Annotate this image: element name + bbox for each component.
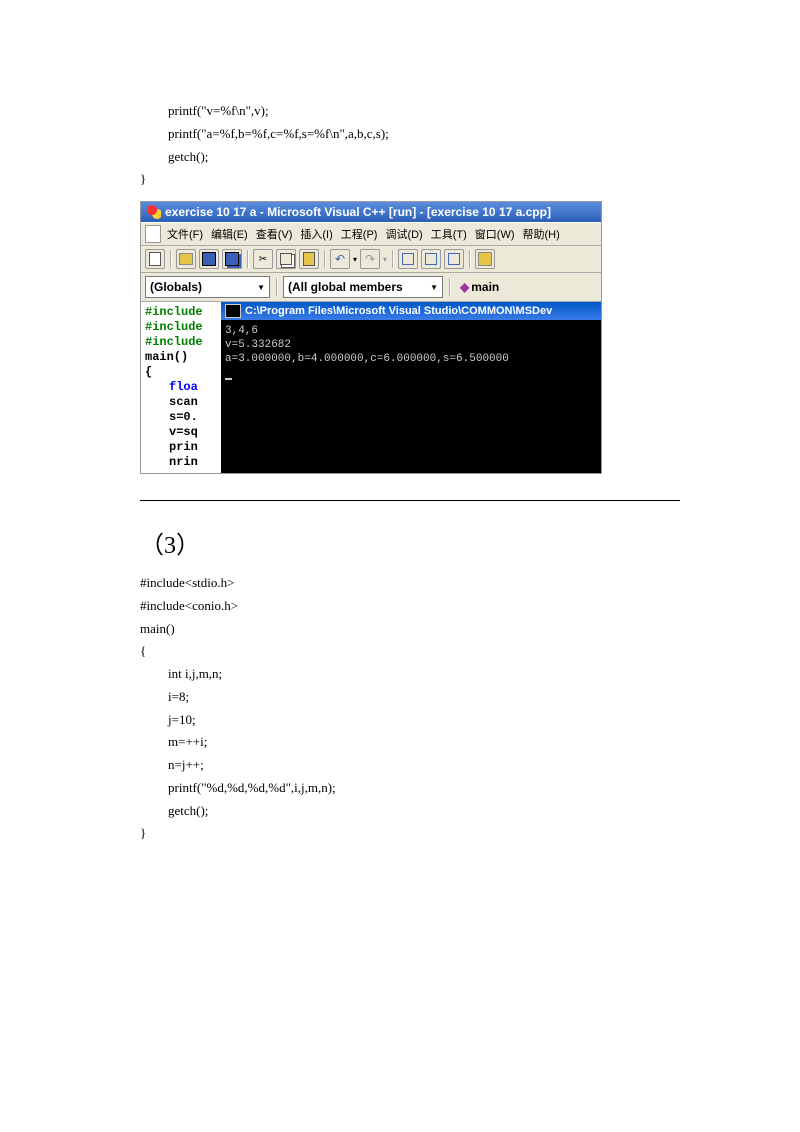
window-titlebar: exercise 10 17 a - Microsoft Visual C++ … [141, 202, 601, 222]
function-label: main [471, 280, 499, 294]
cmd-icon [225, 304, 241, 318]
code-line: scan [145, 395, 217, 410]
horizontal-rule [140, 500, 680, 501]
code-line: getch(); [140, 800, 680, 823]
code-line: n=j++; [140, 754, 680, 777]
open-button[interactable] [176, 249, 196, 269]
members-label: (All global members [288, 280, 403, 294]
code-line: getch(); [140, 146, 680, 169]
workspace-button[interactable] [398, 249, 418, 269]
code-line: } [140, 168, 680, 191]
menu-window[interactable]: 窗口(W) [473, 225, 517, 243]
menu-tools[interactable]: 工具(T) [429, 225, 469, 243]
paste-button[interactable] [299, 249, 319, 269]
menu-project[interactable]: 工程(P) [339, 225, 380, 243]
toolbar: ▾ ▾ [141, 246, 601, 273]
console-window: C:\Program Files\Microsoft Visual Studio… [221, 302, 601, 473]
code-line: printf("a=%f,b=%f,c=%f,s=%f\n",a,b,c,s); [140, 123, 680, 146]
window-list-button[interactable] [444, 249, 464, 269]
code-line: #include [145, 335, 217, 350]
code-block-bottom: #include<stdio.h> #include<conio.h> main… [140, 572, 680, 845]
menu-edit[interactable]: 编辑(E) [209, 225, 250, 243]
new-file-button[interactable] [145, 249, 165, 269]
separator [469, 250, 470, 268]
menu-insert[interactable]: 插入(I) [298, 225, 334, 243]
code-line: #include [145, 305, 217, 320]
menu-debug[interactable]: 调试(D) [383, 225, 424, 243]
code-line: prin [145, 440, 217, 455]
code-line: main() [145, 350, 217, 365]
redo-button[interactable] [360, 249, 380, 269]
code-line: i=8; [140, 686, 680, 709]
window-title: exercise 10 17 a - Microsoft Visual C++ … [165, 205, 551, 219]
ide-window: exercise 10 17 a - Microsoft Visual C++ … [140, 201, 602, 474]
console-title-text: C:\Program Files\Microsoft Visual Studio… [245, 305, 552, 317]
menu-bar: 文件(F) 编辑(E) 查看(V) 插入(I) 工程(P) 调试(D) 工具(T… [141, 222, 601, 246]
code-line: main() [140, 618, 680, 641]
output-button[interactable] [421, 249, 441, 269]
separator [170, 250, 171, 268]
console-titlebar: C:\Program Files\Microsoft Visual Studio… [221, 302, 601, 320]
code-line: v=sq [145, 425, 217, 440]
document-icon [145, 225, 161, 243]
code-line: floa [145, 380, 217, 395]
code-line: #include<stdio.h> [140, 572, 680, 595]
code-line: int i,j,m,n; [140, 663, 680, 686]
function-dropdown[interactable]: ◆main [456, 277, 564, 297]
copy-button[interactable] [276, 249, 296, 269]
separator [276, 278, 277, 296]
code-line: s=0. [145, 410, 217, 425]
scope-label: (Globals) [150, 280, 202, 294]
code-line: nrin [145, 455, 217, 470]
separator [247, 250, 248, 268]
dropdown-arrow-icon[interactable]: ▾ [353, 255, 357, 264]
code-block-top: printf("v=%f\n",v); printf("a=%f,b=%f,c=… [140, 100, 680, 191]
separator [392, 250, 393, 268]
chevron-down-icon: ▼ [257, 283, 265, 292]
dropdown-arrow-icon: ▾ [383, 255, 387, 264]
code-line: } [140, 822, 680, 845]
code-line: printf("%d,%d,%d,%d",i,j,m,n); [140, 777, 680, 800]
menu-help[interactable]: 帮助(H) [521, 225, 562, 243]
console-output: 3,4,6 v=5.332682 a=3.000000,b=4.000000,c… [221, 320, 601, 438]
chevron-down-icon: ▼ [430, 283, 438, 292]
section-number: （3） [140, 525, 680, 560]
menu-file[interactable]: 文件(F) [165, 225, 205, 243]
members-dropdown[interactable]: (All global members ▼ [283, 276, 443, 298]
separator [324, 250, 325, 268]
app-icon [147, 205, 161, 219]
save-button[interactable] [199, 249, 219, 269]
code-line: #include [145, 320, 217, 335]
code-line: { [145, 365, 217, 380]
cut-button[interactable] [253, 249, 273, 269]
scope-bar: (Globals) ▼ (All global members ▼ ◆main [141, 273, 601, 302]
cursor-icon [225, 378, 232, 380]
menu-view[interactable]: 查看(V) [254, 225, 295, 243]
save-all-button[interactable] [222, 249, 242, 269]
code-line: m=++i; [140, 731, 680, 754]
code-line: j=10; [140, 709, 680, 732]
separator [449, 278, 450, 296]
undo-button[interactable] [330, 249, 350, 269]
editor-area: #include #include #include main() { floa… [141, 302, 601, 473]
code-editor[interactable]: #include #include #include main() { floa… [141, 302, 221, 473]
find-in-files-button[interactable] [475, 249, 495, 269]
scope-dropdown[interactable]: (Globals) ▼ [145, 276, 270, 298]
diamond-icon: ◆ [460, 280, 469, 294]
code-line: { [140, 640, 680, 663]
code-line: #include<conio.h> [140, 595, 680, 618]
code-line: printf("v=%f\n",v); [140, 100, 680, 123]
